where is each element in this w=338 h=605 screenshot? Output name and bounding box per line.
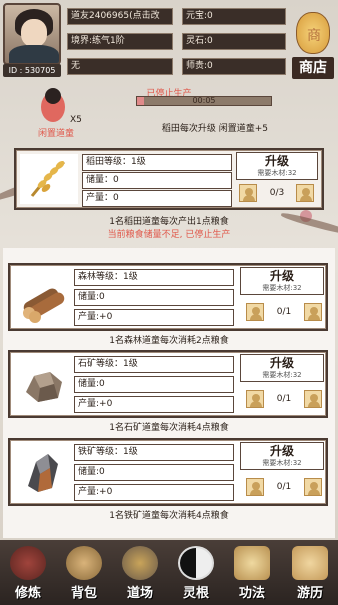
rice-icon xyxy=(20,154,78,204)
sect-field: 无 xyxy=(67,58,173,75)
upgrade-label: 升级 xyxy=(269,269,294,283)
rice-warning: 当前粮食储量不足, 已停止生产 xyxy=(107,230,231,240)
forest-assigned: 0/1 xyxy=(276,307,292,317)
spirit-root-icon xyxy=(178,546,214,580)
upgrade-label: 升级 xyxy=(264,154,289,168)
player-id: ID : 530705 xyxy=(3,64,61,77)
spirit-stone-field: 灵石:0 xyxy=(182,33,286,50)
forest-output: 产量:+0 xyxy=(74,309,234,326)
add-worker-button[interactable] xyxy=(304,390,322,408)
nav-label: 修炼 xyxy=(14,586,41,601)
rice-upgrade-button[interactable]: 升级 需要木材:32 xyxy=(236,152,318,180)
iron-upgrade-button[interactable]: 升级 需要木材:32 xyxy=(240,442,324,470)
stone-assigned: 0/1 xyxy=(276,394,292,404)
resource-panel: 森林等级：1级 储量:0 产量:+0 升级 需要木材:32 0/1 1名森林道童… xyxy=(3,248,335,538)
nav-label: 灵根 xyxy=(182,586,209,601)
stone-stock: 储量:0 xyxy=(74,376,234,393)
shop-label: 商店 xyxy=(292,57,334,79)
iron-output: 产量:+0 xyxy=(74,484,234,501)
stone-icon xyxy=(14,356,72,412)
lantern-icon: 商 xyxy=(296,12,330,54)
nav-label: 背包 xyxy=(70,586,97,601)
nav-technique[interactable]: 功法 xyxy=(224,540,280,605)
nav-label: 道场 xyxy=(126,586,153,601)
upgrade-cost: 需要木材:32 xyxy=(257,169,297,177)
upgrade-cost: 需要木材:32 xyxy=(262,284,302,292)
rice-note: 1名稻田道童每次产出1点粮食 xyxy=(109,217,229,227)
technique-icon xyxy=(234,546,270,580)
forest-stock: 储量:0 xyxy=(74,289,234,306)
dojo-icon xyxy=(122,546,158,580)
travel-icon xyxy=(292,546,328,580)
yuanbao-field: 元宝:0 xyxy=(182,8,286,25)
nav-label: 游历 xyxy=(296,586,323,601)
shop-button[interactable]: 商 商店 xyxy=(292,2,334,80)
forest-upgrade-button[interactable]: 升级 需要木材:32 xyxy=(240,267,324,295)
forest-level: 森林等级：1级 xyxy=(74,269,234,286)
rice-level: 稻田等级：1级 xyxy=(82,154,232,171)
remove-worker-button[interactable] xyxy=(239,184,257,202)
avatar-robe xyxy=(9,45,59,63)
header: ID : 530705 道友2406965(点击改 境界:练气1阶 无 元宝:0… xyxy=(0,0,338,80)
upgrade-cost: 需要木材:32 xyxy=(262,459,302,467)
remove-worker-button[interactable] xyxy=(246,390,264,408)
rice-stock: 储量：0 xyxy=(82,172,232,189)
iron-stock: 储量:0 xyxy=(74,464,234,481)
upgrade-label: 升级 xyxy=(269,356,294,370)
nav-label: 功法 xyxy=(238,586,265,601)
iron-assigned: 0/1 xyxy=(276,482,292,492)
iron-card: 铁矿等级：1级 储量:0 产量:+0 升级 需要木材:32 0/1 xyxy=(8,438,328,506)
add-worker-button[interactable] xyxy=(304,303,322,321)
nav-travel[interactable]: 游历 xyxy=(282,540,338,605)
stone-output: 产量:+0 xyxy=(74,396,234,413)
idle-worker-icon[interactable] xyxy=(36,88,68,124)
remove-worker-button[interactable] xyxy=(246,303,264,321)
nav-spirit-root[interactable]: 灵根 xyxy=(168,540,224,605)
nav-cultivate[interactable]: 修炼 xyxy=(0,540,56,605)
upgrade-label: 升级 xyxy=(269,444,294,458)
player-name-field[interactable]: 道友2406965(点击改 xyxy=(67,8,173,25)
avatar-face xyxy=(21,19,47,47)
add-worker-button[interactable] xyxy=(304,478,322,496)
forest-note: 1名森林道童每次消耗2点粮食 xyxy=(109,336,229,346)
iron-note: 1名铁矿道童每次消耗4点粮食 xyxy=(109,511,229,521)
rice-assigned: 0/3 xyxy=(269,188,285,198)
stone-upgrade-button[interactable]: 升级 需要木材:32 xyxy=(240,354,324,382)
rice-field-card: 稻田等级：1级 储量：0 产量：0 升级 需要木材:32 0/3 xyxy=(14,148,324,210)
upgrade-cost: 需要木材:32 xyxy=(262,371,302,379)
forest-card: 森林等级：1级 储量:0 产量:+0 升级 需要木材:32 0/1 xyxy=(8,263,328,331)
stone-level: 石矿等级：1级 xyxy=(74,356,234,373)
rice-output: 产量：0 xyxy=(82,190,232,207)
production-progress-bar: 00:05 xyxy=(136,96,272,106)
bag-icon xyxy=(66,546,102,580)
production-timer: 00:05 xyxy=(192,96,216,105)
stone-card: 石矿等级：1级 储量:0 产量:+0 升级 需要木材:32 0/1 xyxy=(8,350,328,418)
stone-note: 1名石矿道童每次消耗4点粮食 xyxy=(109,423,229,433)
nav-dojo[interactable]: 道场 xyxy=(112,540,168,605)
bottom-nav: 修炼 背包 道场 灵根 功法 游历 xyxy=(0,540,338,605)
iron-level: 铁矿等级：1级 xyxy=(74,444,234,461)
wood-icon xyxy=(14,269,72,325)
realm-field: 境界:练气1阶 xyxy=(67,33,173,50)
add-worker-button[interactable] xyxy=(296,184,314,202)
nav-bag[interactable]: 背包 xyxy=(56,540,112,605)
avatar[interactable] xyxy=(3,3,61,65)
cultivate-icon xyxy=(10,546,46,580)
remove-worker-button[interactable] xyxy=(246,478,264,496)
iron-ore-icon xyxy=(14,444,72,500)
upgrade-rate-text: 稻田每次升级 闲置道童+5 xyxy=(161,124,268,134)
mentor-field: 师贵:0 xyxy=(182,58,286,75)
